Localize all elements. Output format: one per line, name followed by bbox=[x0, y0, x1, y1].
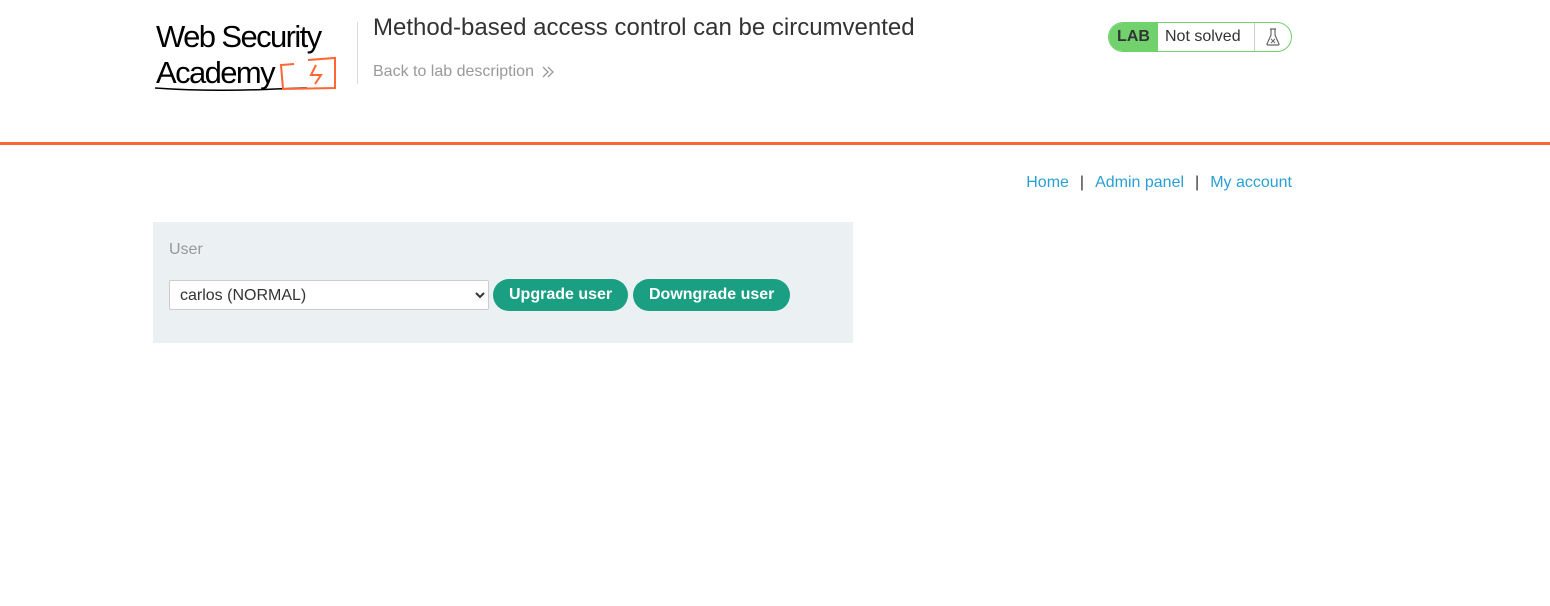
back-link-label: Back to lab description bbox=[373, 63, 534, 80]
nav-admin-panel-link[interactable]: Admin panel bbox=[1095, 174, 1184, 192]
user-select[interactable]: carlos (NORMAL) bbox=[169, 280, 489, 310]
web-security-academy-logo[interactable]: Web Security Academy bbox=[153, 18, 357, 96]
lab-status-text: Not solved bbox=[1165, 28, 1241, 45]
double-chevron-right-icon bbox=[540, 64, 556, 80]
logo-divider bbox=[357, 22, 358, 84]
nav-my-account-link[interactable]: My account bbox=[1210, 174, 1292, 192]
page-header: Web Security Academy Method-based access… bbox=[0, 0, 1550, 145]
nav-home-link[interactable]: Home bbox=[1026, 174, 1069, 192]
lab-badge: LAB bbox=[1109, 23, 1158, 51]
admin-user-role-form: User carlos (NORMAL) Upgrade user Downgr… bbox=[153, 222, 853, 343]
back-to-lab-description-link[interactable]: Back to lab description bbox=[373, 62, 556, 82]
upgrade-user-button[interactable]: Upgrade user bbox=[493, 279, 628, 311]
lab-title: Method-based access control can be circu… bbox=[373, 14, 915, 41]
nav-separator: | bbox=[1195, 174, 1200, 191]
flask-icon bbox=[1254, 23, 1291, 51]
user-select-label: User bbox=[169, 241, 203, 258]
lab-status-widget: LAB Not solved bbox=[1108, 22, 1292, 52]
downgrade-user-button[interactable]: Downgrade user bbox=[633, 279, 790, 311]
top-navigation: Home | Admin panel | My account bbox=[1026, 174, 1292, 192]
logo-text-line1: Web Security bbox=[156, 19, 323, 54]
logo-text-line2: Academy bbox=[156, 55, 276, 90]
nav-separator: | bbox=[1079, 174, 1085, 191]
